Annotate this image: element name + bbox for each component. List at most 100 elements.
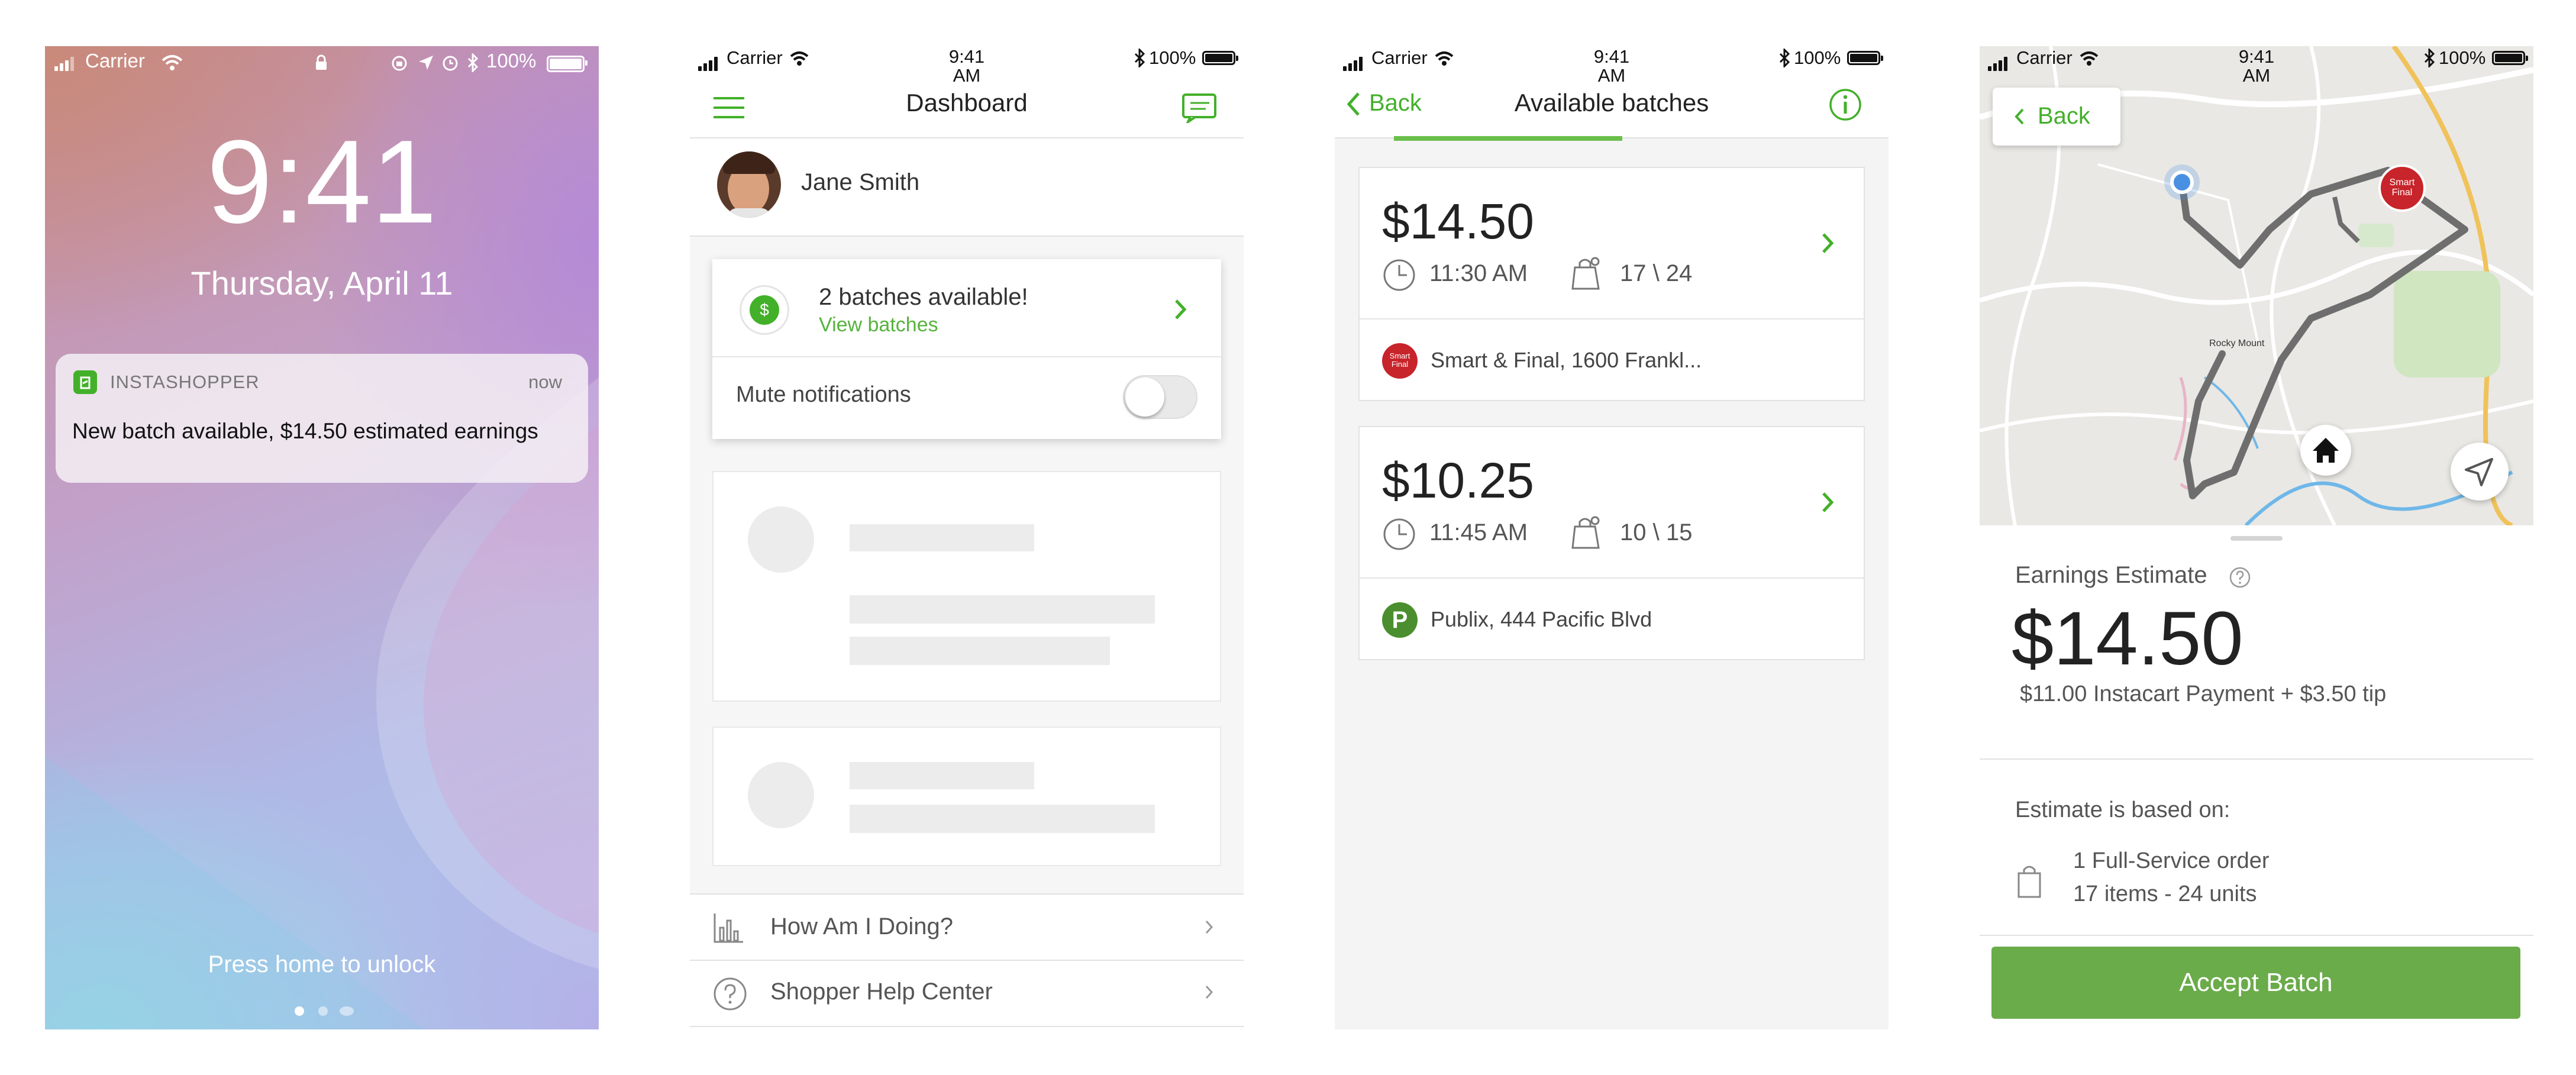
store-map-marker[interactable]: Smart Final [2378,164,2426,212]
chevron-right-icon [1822,492,1834,512]
bluetooth-icon [1779,49,1790,67]
order-type: 1 Full-Service order [2073,848,2270,873]
placeholder-card [712,727,1221,866]
status-bar: Carrier 9:41 AM 100% [1980,46,2533,86]
help-menu: How Am I Doing? Shopper Help Center [690,893,1244,1029]
home-icon [2313,438,2339,463]
wifi-icon [1435,51,1454,66]
battery-icon [1847,51,1883,65]
batch-store: Publix, 444 Pacific Blvd [1431,607,1652,631]
instashopper-app-icon [73,370,97,394]
order-items: 17 items - 24 units [2073,882,2257,906]
battery-percent: 100% [1149,47,1196,68]
menu-item-how-am-i-doing[interactable]: How Am I Doing? [690,895,1244,961]
batch-detail-screen: Rocky Mount Smart Final Back Carrier 9:4… [1980,46,2533,1029]
menu-item-label: Shopper Help Center [770,979,993,1005]
page-title: Available batches [1514,89,1709,117]
alarm-icon [443,56,458,71]
progress-indicator [1394,136,1622,141]
chevron-right-icon [1205,985,1213,999]
bluetooth-icon [467,53,479,72]
batches-card: $ 2 batches available! View batches Mute… [712,259,1221,439]
status-bar: Carrier 9:41 AM 100% [1335,46,1889,86]
skeleton-avatar [748,762,814,828]
battery-percent: 100% [1794,47,1841,68]
chat-button[interactable] [1182,90,1219,125]
recenter-button[interactable] [2451,443,2509,501]
status-time: 9:41 [1593,46,1630,67]
signal-icon [54,56,77,71]
wifi-icon [162,55,183,70]
batch-time: 11:45 AM [1429,519,1528,545]
status-ampm: AM [1597,65,1626,86]
skeleton-line [850,595,1155,624]
status-time: 9:41 [2238,46,2275,67]
chevron-left-icon [2015,108,2024,125]
status-time: 9:41 [948,46,985,67]
publix-logo: P [1382,602,1418,638]
menu-item-help-center[interactable]: Shopper Help Center [690,961,1244,1027]
battery-percent: 100% [486,50,537,72]
accept-batch-button[interactable]: Accept Batch [1991,947,2520,1019]
clock-icon [1383,259,1415,291]
current-location-dot [2170,170,2194,194]
signal-icon [1988,56,2010,71]
status-ampm: AM [2242,65,2271,86]
page-dots [290,1005,355,1016]
navigation-arrow-icon [2465,458,2493,486]
lock-time: 9:41 [206,116,437,248]
battery-icon [2492,51,2528,65]
shopping-bag-icon [2017,866,2041,898]
carrier-label: Carrier [85,50,145,72]
divider [1980,935,2533,936]
chat-icon [1182,93,1216,125]
battery-icon [547,56,587,72]
batch-price: $10.25 [1382,453,1534,508]
page-title: Dashboard [906,89,1028,117]
menu-item-label: How Am I Doing? [770,913,954,940]
skeleton-line [850,762,1034,789]
view-batches-link[interactable]: View batches [819,314,938,337]
carrier-label: Carrier [1371,47,1428,68]
signal-icon [1343,56,1366,71]
chevron-right-icon [1175,299,1187,319]
info-icon [1829,89,1861,121]
earnings-label: Earnings Estimate [2015,562,2207,588]
dashboard-screen: Carrier 9:41 AM 100% Dashboard Jane Smit… [690,46,1244,1029]
notification-card[interactable]: INSTASHOPPER now New batch available, $1… [56,354,588,483]
sheet-handle[interactable] [2230,536,2283,541]
batch-card[interactable]: $10.25 11:45 AM 10 \ 15 P Publix, 444 Pa… [1358,426,1865,660]
batch-card[interactable]: $14.50 11:30 AM 17 \ 24 Smart Final Smar… [1358,167,1865,401]
mute-notifications-toggle[interactable] [1123,375,1197,419]
notification-message: New batch available, $14.50 estimated ea… [72,419,538,443]
skeleton-avatar [748,506,814,573]
available-batches-screen: Carrier 9:41 AM 100% Back Available batc… [1335,46,1889,1029]
route-map[interactable]: Rocky Mount Smart Final Back [1980,46,2533,525]
bluetooth-icon [1134,49,1145,67]
grocery-bag-icon [1571,516,1600,549]
view-batches-row[interactable]: $ 2 batches available! View batches [712,259,1221,357]
divider [1980,758,2533,760]
lock-date: Thursday, April 11 [191,264,453,302]
chevron-right-icon [1205,920,1213,934]
home-map-marker[interactable] [2300,425,2351,476]
batch-counts: 17 \ 24 [1620,260,1693,286]
back-label: Back [2038,103,2090,129]
back-button[interactable]: Back [1993,88,2120,146]
batches-available-title: 2 batches available! [819,284,1028,310]
dollar-badge: $ [740,285,789,335]
rotation-lock-icon [392,56,407,71]
info-button[interactable] [1828,88,1862,122]
batch-price: $14.50 [1382,193,1534,249]
batch-counts: 10 \ 15 [1620,519,1693,545]
notification-time: now [528,372,562,392]
help-icon[interactable] [2228,566,2252,589]
batch-time: 11:30 AM [1429,260,1528,286]
profile-row[interactable]: Jane Smith [690,138,1244,237]
skeleton-line [850,637,1110,665]
status-bar: Carrier 9:41 AM 100% [690,46,1244,86]
batch-store: Smart & Final, 1600 Frankl... [1431,348,1702,372]
avatar [717,151,781,218]
bluetooth-icon [2424,49,2435,67]
wifi-icon [2080,51,2099,66]
